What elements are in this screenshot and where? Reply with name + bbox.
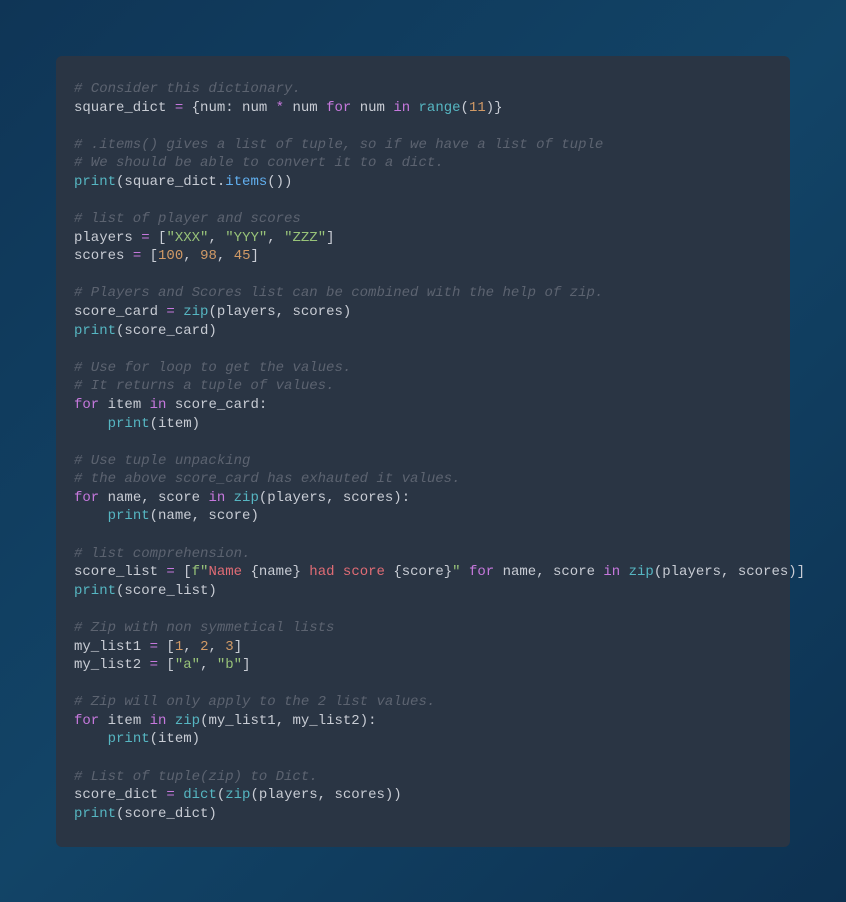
code-line: my_list1 = [1, 2, 3] bbox=[74, 638, 772, 657]
code-blank bbox=[74, 433, 772, 452]
code-comment: # List of tuple(zip) to Dict. bbox=[74, 768, 772, 787]
code-blank bbox=[74, 117, 772, 136]
code-comment: # list comprehension. bbox=[74, 545, 772, 564]
code-line: print(square_dict.items()) bbox=[74, 173, 772, 192]
code-line: print(item) bbox=[74, 415, 772, 434]
code-comment: # the above score_card has exhauted it v… bbox=[74, 470, 772, 489]
code-line: scores = [100, 98, 45] bbox=[74, 247, 772, 266]
code-line: for item in score_card: bbox=[74, 396, 772, 415]
code-comment: # list of player and scores bbox=[74, 210, 772, 229]
code-blank bbox=[74, 526, 772, 545]
code-blank bbox=[74, 266, 772, 285]
code-comment: # Use for loop to get the values. bbox=[74, 359, 772, 378]
code-comment: # .items() gives a list of tuple, so if … bbox=[74, 136, 772, 155]
code-line: for name, score in zip(players, scores): bbox=[74, 489, 772, 508]
code-blank bbox=[74, 192, 772, 211]
code-comment: # Players and Scores list can be combine… bbox=[74, 284, 772, 303]
code-blank bbox=[74, 675, 772, 694]
code-comment: # It returns a tuple of values. bbox=[74, 377, 772, 396]
code-blank bbox=[74, 749, 772, 768]
code-line: square_dict = {num: num * num for num in… bbox=[74, 99, 772, 118]
code-comment: # Use tuple unpacking bbox=[74, 452, 772, 471]
code-comment: # Zip will only apply to the 2 list valu… bbox=[74, 693, 772, 712]
code-line: print(score_dict) bbox=[74, 805, 772, 824]
code-line: print(score_list) bbox=[74, 582, 772, 601]
code-line: score_card = zip(players, scores) bbox=[74, 303, 772, 322]
code-block: # Consider this dictionary. square_dict … bbox=[56, 56, 790, 847]
code-comment: # Consider this dictionary. bbox=[74, 80, 772, 99]
code-line: my_list2 = ["a", "b"] bbox=[74, 656, 772, 675]
code-line: score_list = [f"Name {name} had score {s… bbox=[74, 563, 772, 582]
code-line: print(score_card) bbox=[74, 322, 772, 341]
code-line: score_dict = dict(zip(players, scores)) bbox=[74, 786, 772, 805]
code-blank bbox=[74, 340, 772, 359]
code-comment: # We should be able to convert it to a d… bbox=[74, 154, 772, 173]
code-line: print(name, score) bbox=[74, 507, 772, 526]
code-line: print(item) bbox=[74, 730, 772, 749]
code-line: players = ["XXX", "YYY", "ZZZ"] bbox=[74, 229, 772, 248]
code-blank bbox=[74, 600, 772, 619]
code-comment: # Zip with non symmetical lists bbox=[74, 619, 772, 638]
code-line: for item in zip(my_list1, my_list2): bbox=[74, 712, 772, 731]
